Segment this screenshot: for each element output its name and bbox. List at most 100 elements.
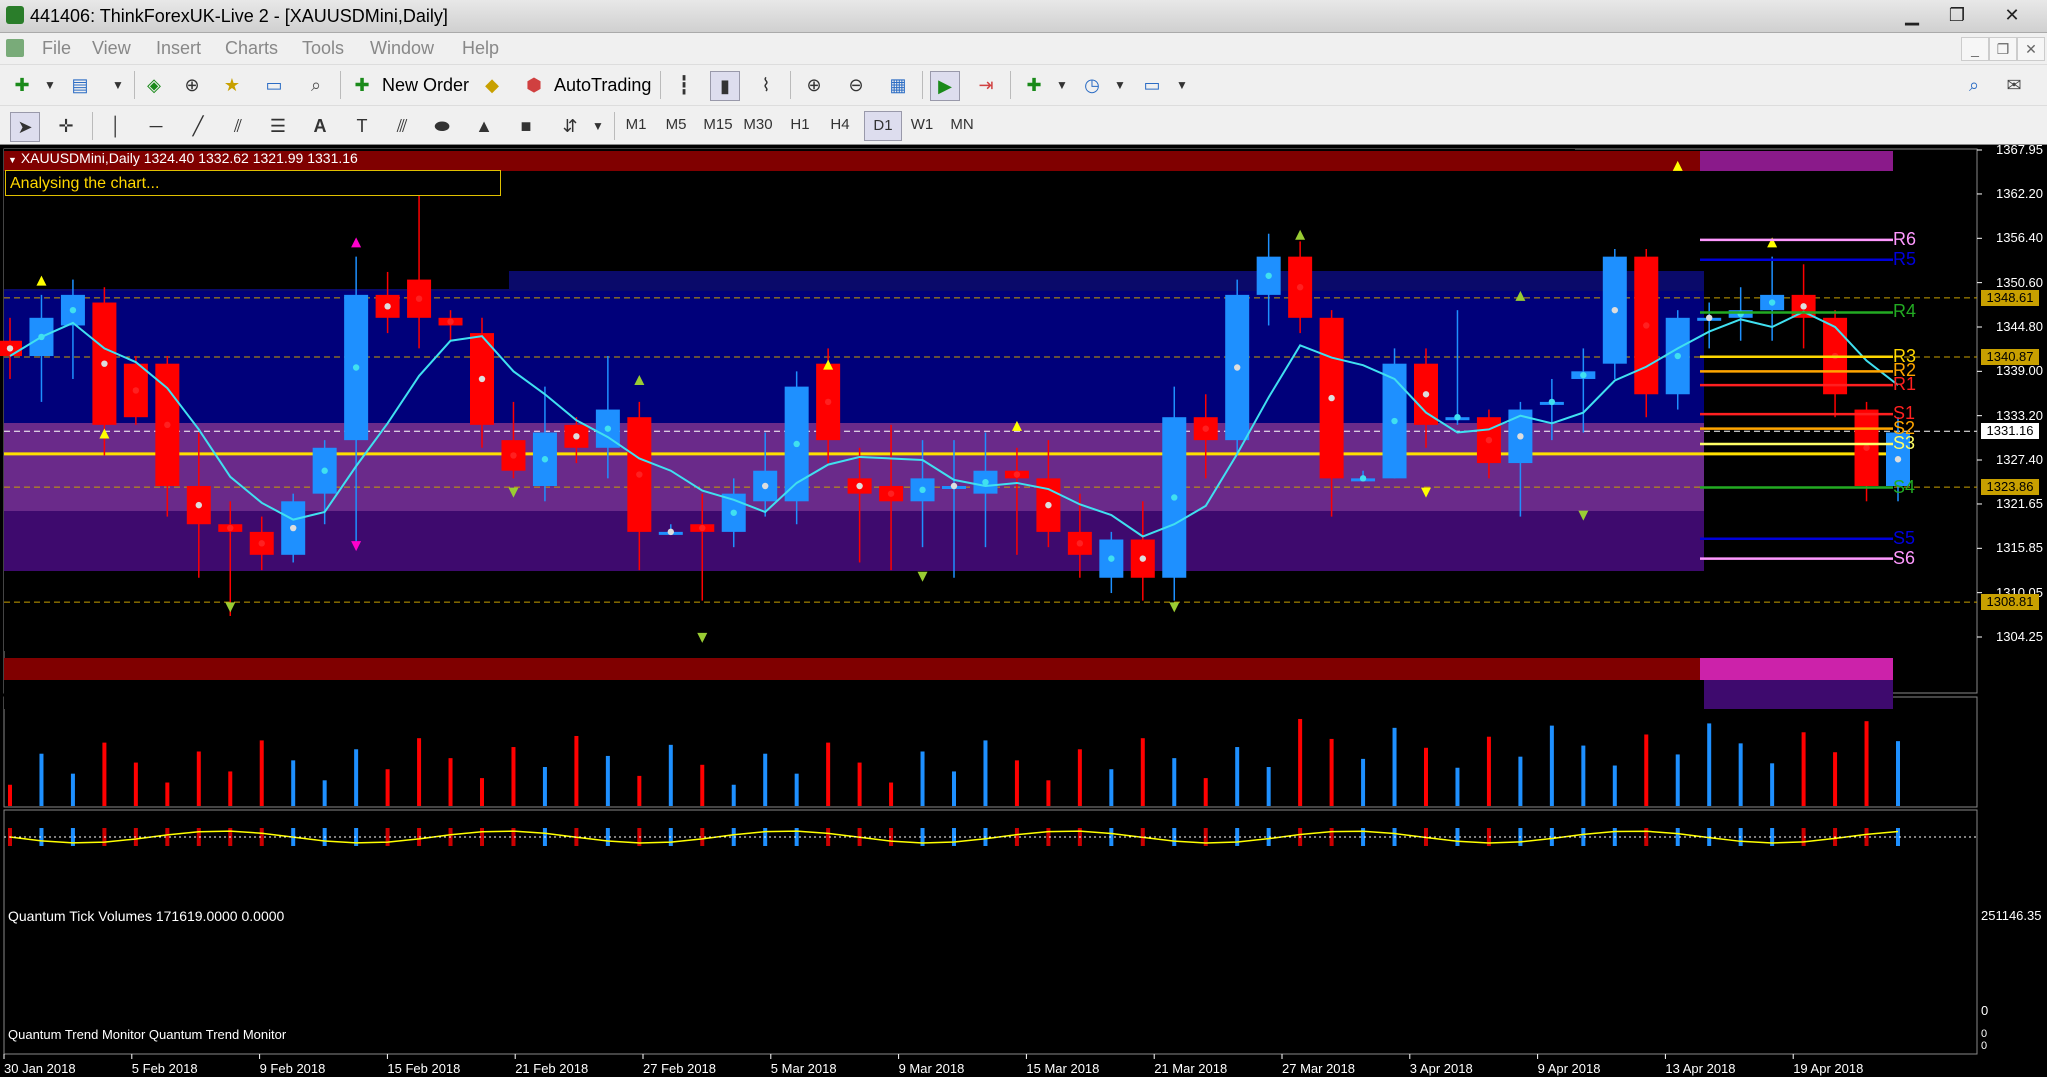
volume-bar [291,760,296,806]
data-window-icon[interactable]: ⊕ [178,71,206,99]
menu-charts[interactable]: Charts [225,38,278,59]
terminal-icon[interactable]: ▭ [260,71,288,99]
date-label: 5 Feb 2018 [131,1061,198,1076]
vertical-line-icon[interactable]: │ [102,112,130,140]
channel-icon[interactable]: ⫻ [388,112,416,140]
tf-m1[interactable]: M1 [618,111,654,139]
trendline-icon[interactable]: ╱ [184,112,212,140]
volume-bar [1518,756,1523,806]
date-label: 30 Jan 2018 [4,1061,76,1076]
indicators-icon[interactable]: ✚ [1020,71,1048,99]
new-chart-icon[interactable]: ✚ [8,71,36,99]
text-label-icon[interactable]: T [348,112,376,140]
chart-window[interactable]: ▼ XAUUSDMini,Daily 1324.40 1332.62 1321.… [0,142,2047,1077]
volume-bar [794,773,799,806]
zone-12 [1058,621,1348,651]
new-order-button[interactable]: New Order [382,71,469,99]
tf-m15[interactable]: M15 [700,111,736,139]
profiles-icon[interactable]: ▤ [66,71,94,99]
volume-bar [1109,769,1114,806]
mdi-restore-button[interactable]: ❐ [1989,37,2017,61]
pivot-label-r6: R6 [1893,228,1917,249]
menu-view[interactable]: View [92,38,131,59]
tf-mn[interactable]: MN [944,111,980,139]
signal-dot [1202,425,1209,432]
chart-canvas[interactable] [0,145,2047,1077]
autoscroll-icon[interactable]: ▶ [930,71,960,101]
tf-w1[interactable]: W1 [904,111,940,139]
periods-icon[interactable]: ◷ [1078,71,1106,99]
chevron-down-icon[interactable]: ▼ [104,71,132,99]
signal-dot [636,471,643,478]
horizontal-line-icon[interactable]: ─ [142,112,170,140]
signal-dot [1863,444,1870,451]
tf-d1[interactable]: D1 [864,111,902,141]
volume-bar [70,773,75,806]
chevron-down-icon[interactable]: ▼ [584,112,612,140]
menu-file[interactable]: File [42,38,71,59]
price-tag: 1331.16 [1981,423,2039,440]
zoom-in-icon[interactable]: ⊕ [800,71,828,99]
autotrading-button[interactable]: AutoTrading [554,71,651,99]
rectangle-icon[interactable]: ■ [512,112,540,140]
volume-bar [1298,718,1303,806]
volume-bar [259,740,264,806]
arrows-icon[interactable]: ⇵ [556,112,584,140]
equidistant-channel-icon[interactable]: ⫽ [224,112,252,140]
tf-h1[interactable]: H1 [782,111,818,139]
candlestick-icon[interactable]: ▮ [710,71,740,101]
drawing-toolbar: ➤ ✛ │ ─ ╱ ⫽ ☰ A T ⫻ ⬬ ▲ ■ ⇵ ▼ M1 M5 M15 … [0,105,2047,144]
zone-14 [1700,658,1893,680]
search-icon[interactable]: ⌕ [1960,71,1988,99]
chevron-down-icon[interactable]: ▼ [36,71,64,99]
mdi-minimize-button[interactable]: _ [1961,37,1989,61]
chevron-down-icon[interactable]: ▼ [1106,71,1134,99]
crosshair-icon[interactable]: ✛ [52,112,80,140]
signal-dot [1894,456,1902,463]
chat-icon[interactable]: ✉ [2000,71,2028,99]
new-order-icon[interactable]: ✚ [348,71,376,99]
zone-13 [4,658,1704,680]
signal-dot [510,452,517,459]
volume-bar [385,769,390,806]
autotrading-icon[interactable]: ⬢ [520,71,548,99]
restore-button[interactable]: ❐ [1935,2,1979,28]
pivot-label-s4: S4 [1893,476,1916,497]
templates-icon[interactable]: ▭ [1138,71,1166,99]
chevron-down-icon[interactable]: ▼ [1168,71,1196,99]
tf-h4[interactable]: H4 [822,111,858,139]
tf-m30[interactable]: M30 [740,111,776,139]
chart-shift-icon[interactable]: ⇥ [972,71,1000,99]
tile-windows-icon[interactable]: ▦ [884,71,912,99]
price-tag: 1308.81 [1981,594,2039,611]
tf-m5[interactable]: M5 [658,111,694,139]
tester-icon[interactable]: ⌕ [302,71,330,99]
triangle-icon[interactable]: ▲ [470,112,498,140]
trend-scale-top: 0 [1981,1028,1988,1040]
mdi-close-button[interactable]: ✕ [2017,37,2045,61]
navigator-icon[interactable]: ★ [218,71,246,99]
menu-window[interactable]: Window [370,38,434,59]
metaeditor-icon[interactable]: ◆ [478,71,506,99]
volume-bar [1014,760,1019,806]
volume-bar [511,747,516,806]
close-button[interactable]: ✕ [1990,2,2034,28]
menu-tools[interactable]: Tools [302,38,344,59]
zoom-out-icon[interactable]: ⊖ [842,71,870,99]
ellipse-icon[interactable]: ⬬ [428,112,456,140]
fibonacci-icon[interactable]: ☰ [264,112,292,140]
chevron-down-icon[interactable]: ▼ [1048,71,1076,99]
price-scale-label: 1344.80 [1996,318,2043,334]
minimize-button[interactable]: ▁ [1890,2,1934,28]
line-chart-icon[interactable]: ⌇ [752,71,780,99]
menu-help[interactable]: Help [462,38,499,59]
text-icon[interactable]: A [306,112,334,140]
bar-chart-icon[interactable]: ┇ [670,71,698,99]
price-scale-label: 1362.20 [1996,185,2043,201]
price-tag: 1323.86 [1981,479,2039,496]
market-watch-icon[interactable]: ◈ [140,71,168,99]
volume-bar [731,784,736,806]
menu-insert[interactable]: Insert [156,38,201,59]
cursor-icon[interactable]: ➤ [10,112,40,142]
volume-bar [605,755,610,806]
